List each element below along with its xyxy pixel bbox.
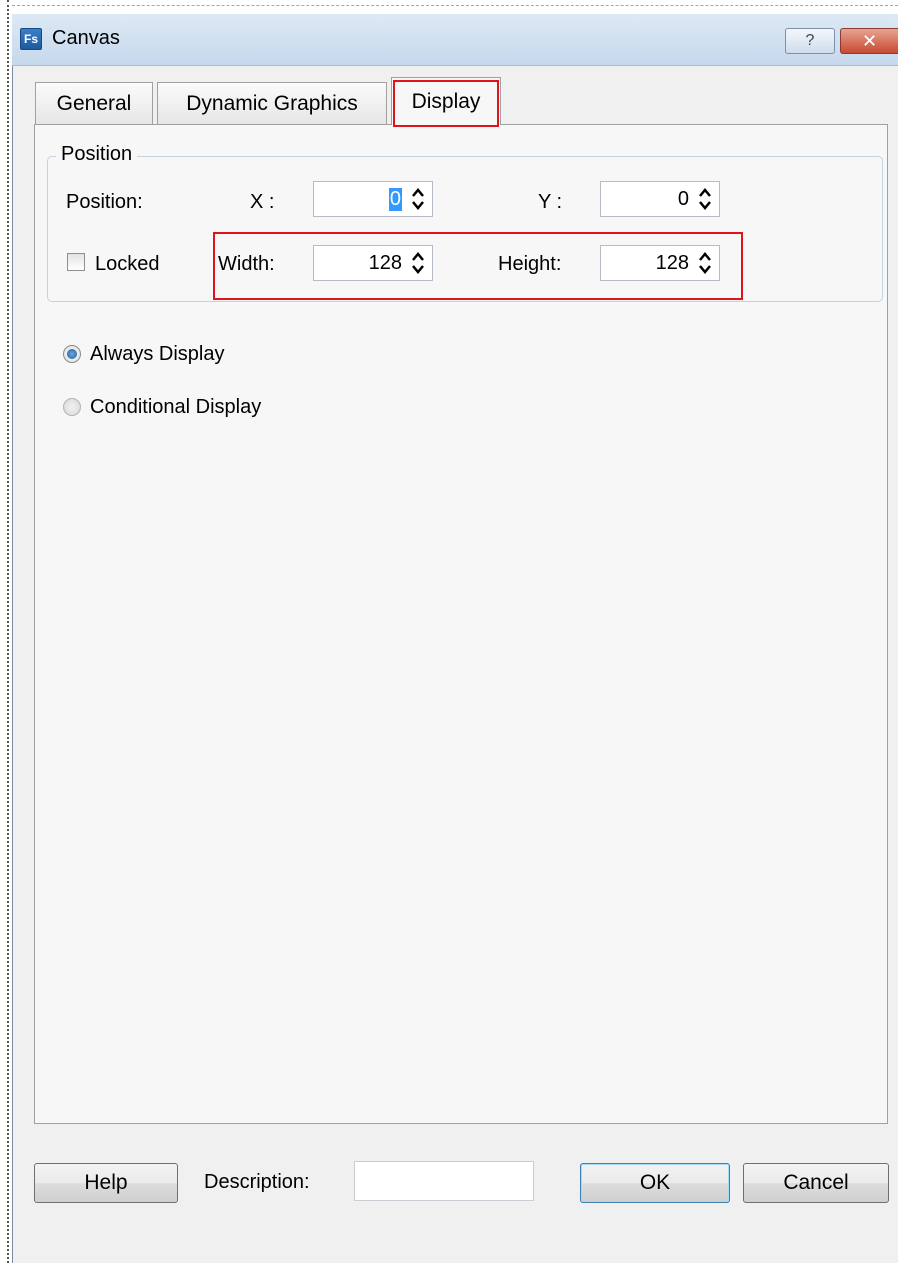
width-spinbox[interactable]: 128 [313,245,433,281]
help-button[interactable]: Help [34,1163,178,1203]
close-icon: ✕ [861,30,878,51]
tab-label: Dynamic Graphics [186,91,358,115]
y-label: Y : [538,191,563,213]
tab-label: Display [411,89,481,113]
position-label: Position: [66,191,143,213]
window-title: Canvas [52,27,120,49]
locked-label[interactable]: Locked [95,253,160,276]
y-value[interactable]: 0 [678,188,689,211]
height-spinbox[interactable]: 128 [600,245,720,281]
spin-arrows-icon[interactable] [697,250,713,276]
spin-arrows-icon[interactable] [697,186,713,212]
description-label: Description: [204,1171,310,1193]
document-edge-dashed-line [12,5,898,6]
question-mark-icon: ? [805,32,815,49]
x-spinbox[interactable]: 0 [313,181,433,217]
title-bar[interactable]: Fs Canvas ? ✕ [12,14,898,66]
help-button-label: Help [84,1171,128,1194]
tab-label: General [56,91,132,115]
height-label: Height: [498,253,562,275]
position-groupbox [47,156,883,302]
width-value[interactable]: 128 [369,252,402,275]
position-group-title: Position [56,143,138,166]
tab-dynamic-graphics[interactable]: Dynamic Graphics [157,82,387,124]
locked-checkbox[interactable] [67,253,85,271]
x-label: X : [250,191,275,213]
close-button[interactable]: ✕ [840,28,898,54]
ok-button[interactable]: OK [580,1163,730,1203]
help-caption-button[interactable]: ? [785,28,835,54]
ok-button-label: OK [639,1171,671,1194]
cancel-button-label: Cancel [783,1171,849,1194]
always-display-radio[interactable] [63,345,81,363]
conditional-display-radio[interactable] [63,398,81,416]
document-edge-dotted-line [7,0,9,1263]
width-label: Width: [218,253,275,275]
app-icon: Fs [20,28,42,50]
y-spinbox[interactable]: 0 [600,181,720,217]
x-value[interactable]: 0 [388,188,402,211]
conditional-display-label[interactable]: Conditional Display [90,396,261,419]
description-input[interactable] [354,1161,534,1201]
tab-general[interactable]: General [35,82,153,124]
cancel-button[interactable]: Cancel [743,1163,889,1203]
spin-arrows-icon[interactable] [410,250,426,276]
always-display-label[interactable]: Always Display [90,343,224,366]
tab-display[interactable]: Display [391,77,501,125]
height-value[interactable]: 128 [656,252,689,275]
spin-arrows-icon[interactable] [410,186,426,212]
